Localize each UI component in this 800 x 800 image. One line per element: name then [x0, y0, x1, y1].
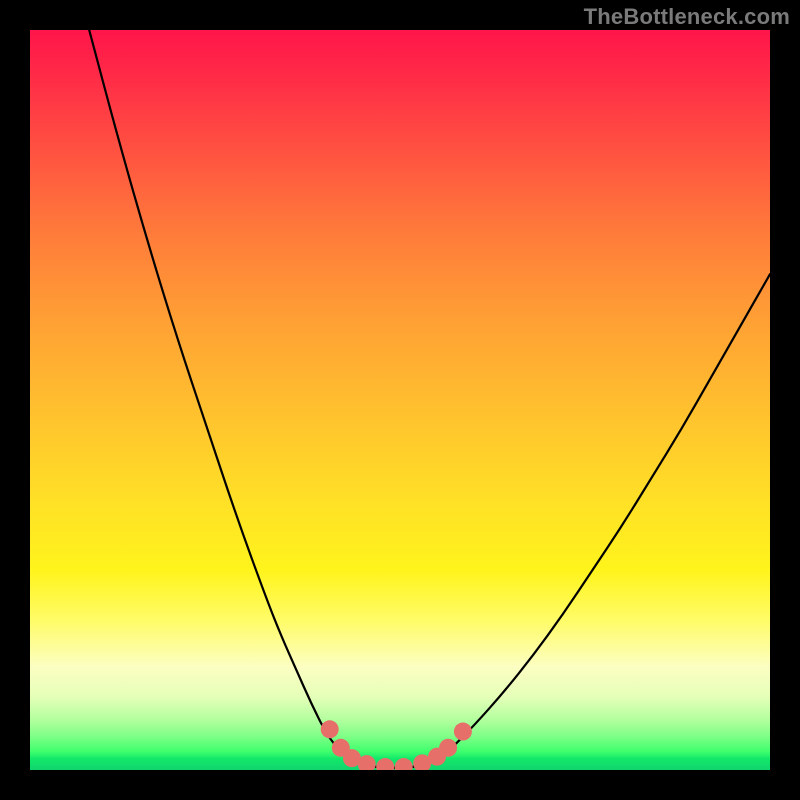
valley-marker	[439, 739, 457, 757]
valley-marker	[454, 723, 472, 741]
plot-area	[30, 30, 770, 770]
valley-marker	[376, 758, 394, 770]
valley-markers	[321, 720, 472, 770]
curve-svg	[30, 30, 770, 770]
valley-marker	[395, 758, 413, 770]
bottleneck-curve	[89, 30, 770, 768]
valley-marker	[321, 720, 339, 738]
watermark-text: TheBottleneck.com	[584, 4, 790, 30]
chart-frame: TheBottleneck.com	[0, 0, 800, 800]
